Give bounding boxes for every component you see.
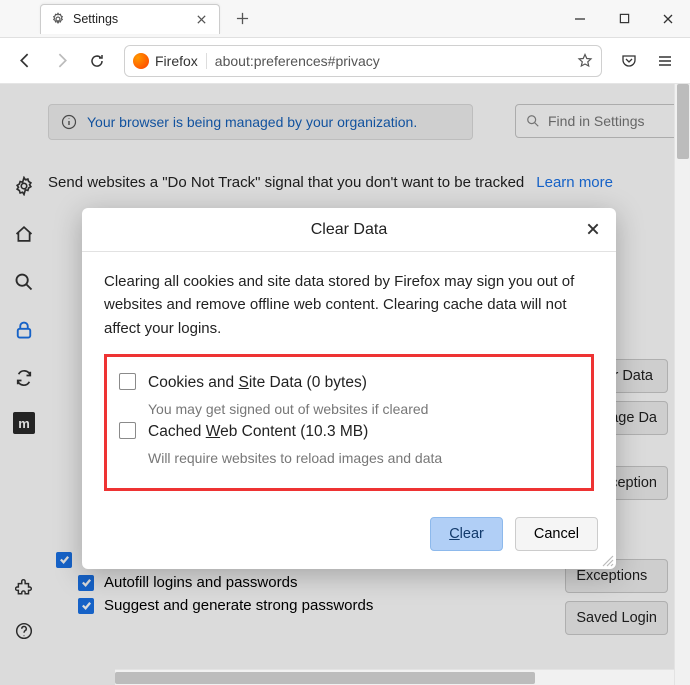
scrollbar-thumb[interactable] — [115, 672, 535, 684]
navigation-toolbar: Firefox about:preferences#privacy — [0, 38, 690, 84]
gear-icon — [51, 12, 65, 26]
sidebar-item-more-mozilla[interactable]: m — [13, 412, 35, 434]
checkbox-checked-icon — [78, 598, 94, 614]
clear-data-dialog: Clear Data Clearing all cookies and site… — [82, 208, 616, 569]
app-menu-button[interactable] — [650, 46, 680, 76]
bookmark-star-icon[interactable] — [577, 53, 593, 69]
category-sidebar: m — [0, 84, 48, 685]
sidebar-item-privacy[interactable] — [10, 316, 38, 344]
cookies-site-data-option[interactable]: Cookies and Site Data (0 bytes) — [119, 371, 579, 395]
back-button[interactable] — [10, 46, 40, 76]
tab-title: Settings — [73, 12, 185, 26]
reload-button[interactable] — [82, 46, 112, 76]
checkbox-unchecked[interactable] — [119, 422, 136, 439]
search-placeholder: Find in Settings — [548, 113, 645, 129]
search-icon — [526, 114, 540, 128]
cookies-option-desc: You may get signed out of websites if cl… — [148, 399, 579, 421]
settings-search-input[interactable]: Find in Settings — [515, 104, 690, 138]
suggest-passwords-label: Suggest and generate strong passwords — [104, 597, 373, 614]
sidebar-item-extensions[interactable] — [10, 573, 38, 601]
vertical-scrollbar[interactable] — [674, 84, 690, 685]
window-controls — [558, 0, 690, 38]
info-icon — [61, 114, 77, 130]
do-not-track-label: Send websites a "Do Not Track" signal th… — [48, 174, 524, 191]
sidebar-item-general[interactable] — [10, 172, 38, 200]
forward-button[interactable] — [46, 46, 76, 76]
url-bar[interactable]: Firefox about:preferences#privacy — [124, 45, 602, 77]
suggest-passwords-checkbox[interactable]: Suggest and generate strong passwords — [48, 594, 674, 617]
autofill-logins-label: Autofill logins and passwords — [104, 574, 297, 591]
cached-option-desc: Will require websites to reload images a… — [148, 448, 579, 470]
sidebar-item-search[interactable] — [10, 268, 38, 296]
url-text: about:preferences#privacy — [215, 53, 569, 69]
sidebar-item-support[interactable] — [10, 617, 38, 645]
cached-option-label: Cached Web Content (10.3 MB) — [148, 420, 368, 444]
cancel-button[interactable]: Cancel — [515, 517, 598, 551]
firefox-logo-icon — [133, 53, 149, 69]
dialog-header: Clear Data — [82, 208, 616, 252]
sidebar-item-home[interactable] — [10, 220, 38, 248]
browser-tab[interactable]: Settings — [40, 4, 220, 34]
checkbox-unchecked[interactable] — [119, 373, 136, 390]
product-label: Firefox — [155, 53, 198, 69]
window-titlebar: Settings — [0, 0, 690, 38]
cached-content-option[interactable]: Cached Web Content (10.3 MB) — [119, 420, 579, 444]
cookies-option-label: Cookies and Site Data (0 bytes) — [148, 371, 367, 395]
checkbox-checked-icon — [78, 575, 94, 591]
dialog-body: Clearing all cookies and site data store… — [82, 252, 616, 511]
sidebar-item-sync[interactable] — [10, 364, 38, 392]
new-tab-button[interactable] — [228, 5, 256, 33]
window-close-button[interactable] — [646, 0, 690, 38]
policy-banner: Your browser is being managed by your or… — [48, 104, 473, 140]
dialog-description: Clearing all cookies and site data store… — [104, 270, 594, 340]
dialog-title: Clear Data — [311, 221, 387, 239]
tab-close-button[interactable] — [193, 11, 209, 27]
identity-box[interactable]: Firefox — [133, 53, 207, 69]
options-highlighted-box: Cookies and Site Data (0 bytes) You may … — [104, 354, 594, 491]
checkbox-checked-icon — [56, 552, 72, 568]
clear-button[interactable]: Clear — [430, 517, 503, 551]
learn-more-link[interactable]: Learn more — [536, 174, 613, 191]
horizontal-scrollbar[interactable] — [115, 669, 674, 685]
policy-banner-text[interactable]: Your browser is being managed by your or… — [87, 114, 417, 130]
dialog-close-button[interactable] — [582, 218, 604, 240]
minimize-button[interactable] — [558, 0, 602, 38]
autofill-logins-checkbox[interactable]: Autofill logins and passwords — [48, 571, 674, 594]
resize-grip-icon[interactable] — [600, 553, 614, 567]
scrollbar-thumb[interactable] — [677, 84, 689, 159]
pocket-button[interactable] — [614, 46, 644, 76]
dialog-footer: Clear Cancel — [82, 511, 616, 569]
maximize-button[interactable] — [602, 0, 646, 38]
